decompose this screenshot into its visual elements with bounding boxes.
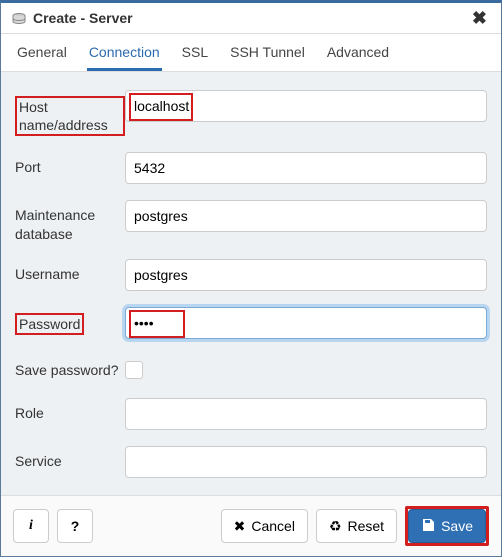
maintenance-db-input[interactable] <box>125 200 487 232</box>
tab-advanced[interactable]: Advanced <box>325 34 391 71</box>
close-icon[interactable]: ✖ <box>468 9 491 27</box>
host-label: Host name/address <box>15 90 125 136</box>
port-label: Port <box>15 152 125 176</box>
password-label: Password <box>15 307 125 335</box>
form-body: Host name/address Port Maintenance datab… <box>1 72 501 495</box>
help-button[interactable]: ? <box>57 509 93 543</box>
dialog-header: Create - Server ✖ <box>1 3 501 34</box>
maintenance-db-label: Maintenance database <box>15 200 125 242</box>
save-button[interactable]: Save <box>408 509 486 543</box>
tab-connection[interactable]: Connection <box>87 34 162 71</box>
host-input[interactable] <box>125 90 487 122</box>
dialog-footer: i ? ✖ Cancel ♻ Reset Save <box>1 495 501 556</box>
save-password-label: Save password? <box>15 355 125 379</box>
help-icon: ? <box>71 518 80 534</box>
reset-label: Reset <box>348 518 385 534</box>
reset-button[interactable]: ♻ Reset <box>316 509 397 543</box>
cancel-label: Cancel <box>251 518 295 534</box>
save-icon <box>421 518 435 535</box>
password-input[interactable] <box>125 307 487 339</box>
create-server-dialog: Create - Server ✖ General Connection SSL… <box>0 0 502 557</box>
role-input[interactable] <box>125 398 487 430</box>
tab-ssl[interactable]: SSL <box>180 34 210 71</box>
close-icon: ✖ <box>234 518 246 535</box>
port-input[interactable] <box>125 152 487 184</box>
database-icon <box>11 12 27 24</box>
tab-ssh-tunnel[interactable]: SSH Tunnel <box>228 34 307 71</box>
service-label: Service <box>15 446 125 470</box>
role-label: Role <box>15 398 125 422</box>
tab-bar: General Connection SSL SSH Tunnel Advanc… <box>1 34 501 72</box>
username-label: Username <box>15 259 125 283</box>
cancel-button[interactable]: ✖ Cancel <box>221 509 308 543</box>
service-input[interactable] <box>125 446 487 478</box>
username-input[interactable] <box>125 259 487 291</box>
info-button[interactable]: i <box>13 509 49 543</box>
recycle-icon: ♻ <box>329 518 342 535</box>
save-label: Save <box>441 518 473 534</box>
save-password-checkbox[interactable] <box>125 361 143 379</box>
tab-general[interactable]: General <box>15 34 69 71</box>
dialog-title: Create - Server <box>33 10 133 26</box>
info-icon: i <box>29 518 33 534</box>
